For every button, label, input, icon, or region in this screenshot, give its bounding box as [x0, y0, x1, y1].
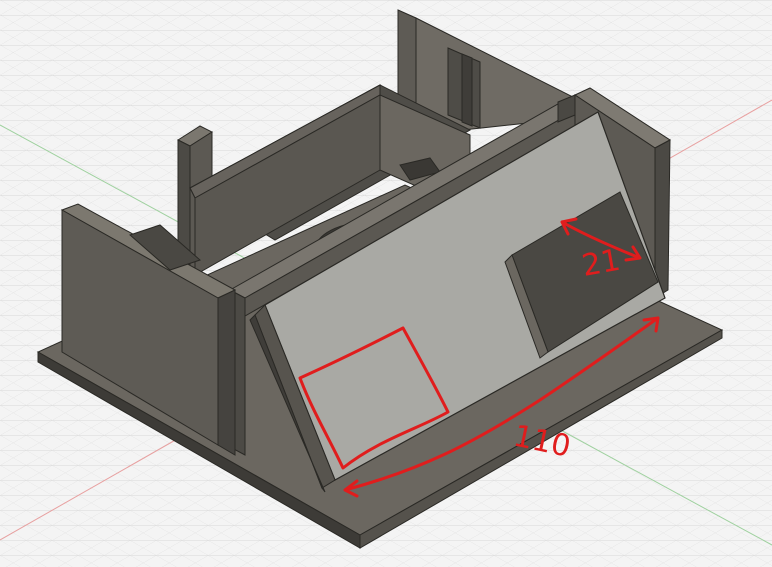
3d-model-view[interactable]: 21 110 [0, 0, 772, 567]
width-dimension-label: 21 [579, 243, 623, 284]
fusion-canvas-viewport[interactable]: 21 110 [0, 0, 772, 567]
